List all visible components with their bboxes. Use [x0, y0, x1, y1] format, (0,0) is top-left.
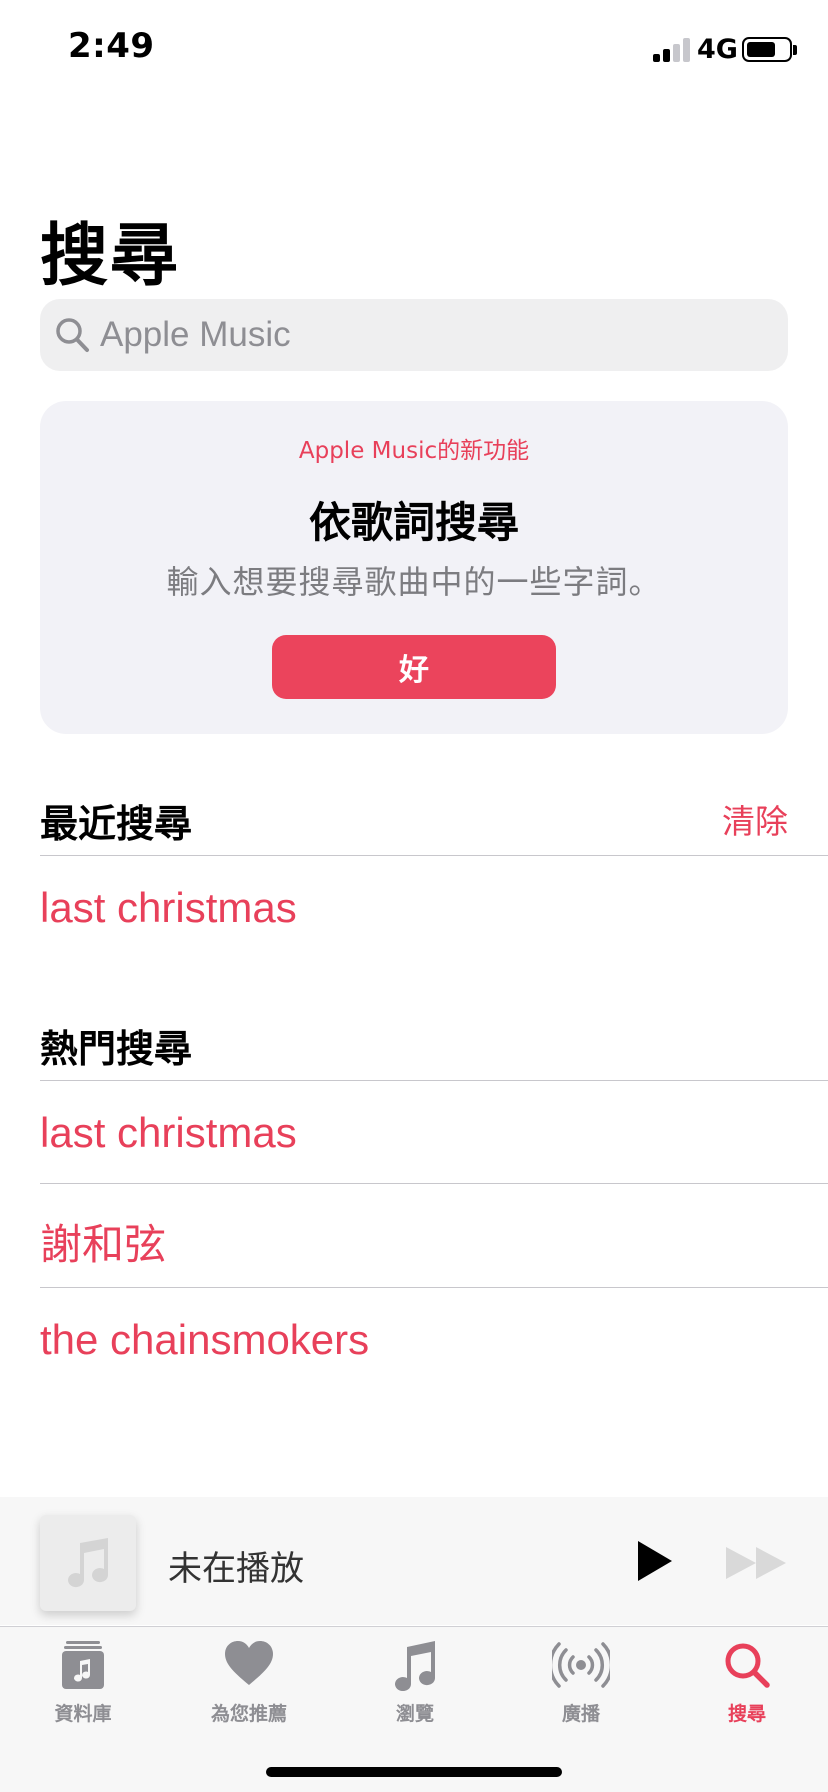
page-title: 搜尋 [40, 217, 181, 296]
tab-browse[interactable]: 瀏覽 [332, 1627, 498, 1737]
tab-for-you[interactable]: 為您推薦 [166, 1627, 332, 1737]
tab-label: 為您推薦 [210, 1703, 287, 1725]
heart-icon [225, 1641, 273, 1685]
tab-label: 搜尋 [727, 1703, 766, 1725]
tab-label: 資料庫 [54, 1703, 112, 1725]
trending-search-item[interactable]: last christmas [40, 1109, 297, 1157]
tab-radio[interactable]: 廣播 [498, 1627, 664, 1737]
recent-searches-header: 最近搜尋 [40, 802, 193, 846]
trending-searches-header: 熱門搜尋 [40, 1027, 193, 1071]
home-indicator[interactable] [266, 1767, 562, 1777]
tab-label: 廣播 [561, 1703, 600, 1725]
divider [40, 1183, 828, 1184]
cellular-signal-icon [653, 38, 691, 62]
search-bar[interactable] [40, 299, 788, 371]
ok-button[interactable]: 好 [272, 635, 556, 699]
tab-library[interactable]: 資料庫 [0, 1627, 166, 1737]
recent-search-item[interactable]: last christmas [40, 884, 297, 932]
network-type: 4G [697, 34, 738, 65]
library-icon [62, 1641, 104, 1689]
search-input[interactable] [100, 299, 760, 371]
radio-broadcast-icon [552, 1642, 610, 1688]
divider [40, 1287, 828, 1288]
battery-nub [793, 45, 797, 55]
trending-search-item[interactable]: the chainsmokers [40, 1316, 369, 1364]
clear-recent-button[interactable]: 清除 [722, 795, 788, 843]
fast-forward-icon[interactable] [724, 1545, 790, 1581]
music-note-icon [395, 1641, 436, 1691]
battery-icon [742, 37, 792, 62]
trending-search-item[interactable]: 謝和弦 [40, 1211, 166, 1272]
tab-label: 瀏覽 [395, 1703, 434, 1725]
search-icon [56, 318, 89, 352]
search-icon [725, 1643, 770, 1688]
status-time: 2:49 [68, 26, 155, 66]
divider [40, 855, 828, 856]
status-bar: 2:49 4G [0, 0, 828, 100]
tab-search[interactable]: 搜尋 [664, 1627, 828, 1737]
lyrics-search-feature-card: Apple Music的新功能 依歌詞搜尋 輸入想要搜尋歌曲中的一些字詞。 好 [40, 401, 788, 734]
album-artwork [40, 1515, 136, 1611]
music-note-icon [68, 1538, 109, 1588]
play-icon[interactable] [634, 1539, 674, 1583]
card-description: 輸入想要搜尋歌曲中的一些字詞。 [166, 563, 662, 601]
now-playing-status: 未在播放 [168, 1549, 304, 1589]
card-title: 依歌詞搜尋 [308, 498, 519, 547]
divider [40, 1080, 828, 1081]
card-eyebrow: Apple Music的新功能 [298, 438, 530, 464]
mini-player[interactable]: 未在播放 [0, 1497, 828, 1625]
